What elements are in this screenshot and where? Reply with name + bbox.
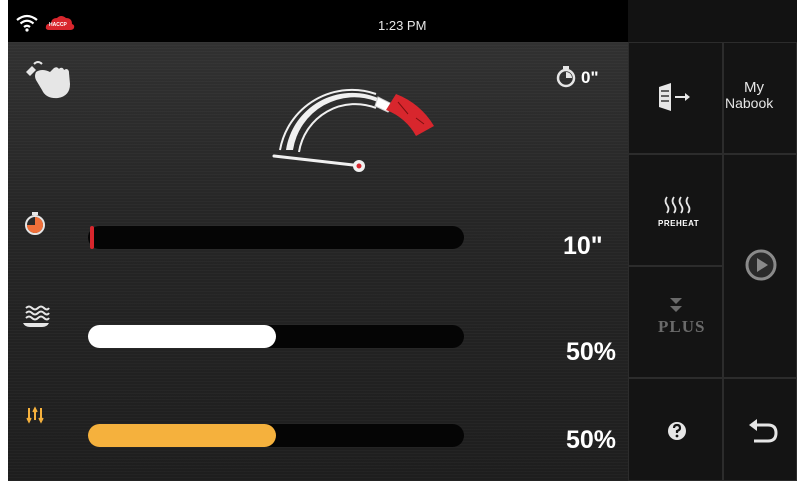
help-button[interactable] — [628, 378, 723, 481]
side-menu: My Nabook PREHEAT PLUS — [628, 42, 797, 481]
door-exit-icon — [657, 83, 693, 116]
wifi-icon — [16, 14, 38, 37]
door-button[interactable] — [628, 42, 723, 154]
time-bar-fill — [90, 226, 94, 249]
hand-touch-icon[interactable] — [22, 60, 78, 107]
heat-waves-icon — [663, 195, 693, 220]
status-time: 1:23 PM — [378, 18, 427, 33]
plus-label: PLUS — [658, 317, 706, 336]
preheat-button[interactable]: PREHEAT — [628, 154, 723, 266]
time-row-stopwatch-icon — [24, 212, 46, 241]
question-circle-icon — [667, 421, 687, 446]
right-panel-top — [628, 0, 797, 42]
status-bar: HACCP 1:23 PM — [8, 0, 628, 42]
humidity-bar-fill — [88, 325, 276, 348]
header-stopwatch-icon — [556, 66, 576, 93]
haccp-cloud-icon[interactable]: HACCP — [45, 14, 75, 32]
fan-bar[interactable] — [88, 424, 464, 447]
start-button[interactable] — [723, 154, 797, 378]
chevron-down-double-icon — [669, 297, 683, 318]
preheat-label: PREHEAT — [658, 219, 700, 228]
fan-bar-fill — [88, 424, 276, 447]
fan-speed-icon — [26, 406, 50, 429]
my-nabook-line1: My — [744, 79, 764, 96]
time-bar[interactable] — [88, 226, 464, 249]
humidity-bar[interactable] — [88, 325, 464, 348]
plus-button[interactable]: PLUS — [628, 266, 723, 378]
header-timer-value: 0" — [581, 68, 599, 87]
back-arrow-icon — [748, 419, 778, 448]
steam-humidity-icon — [22, 304, 50, 333]
my-nabook-line2: Nabook — [725, 95, 774, 111]
time-value[interactable]: 10" — [563, 232, 603, 261]
play-circle-icon — [745, 249, 777, 286]
oven-touch-screen: HACCP 1:23 PM 0" 10" 50% 50% My Nabook P… — [8, 0, 797, 481]
back-button[interactable] — [723, 378, 797, 481]
speedometer-gauge-icon — [266, 72, 446, 177]
humidity-value[interactable]: 50% — [566, 338, 616, 367]
fan-value[interactable]: 50% — [566, 426, 616, 455]
my-nabook-button[interactable]: My Nabook — [723, 42, 797, 154]
main-panel: 0" 10" 50% 50% — [8, 42, 628, 481]
haccp-badge-label: HACCP — [49, 22, 67, 28]
